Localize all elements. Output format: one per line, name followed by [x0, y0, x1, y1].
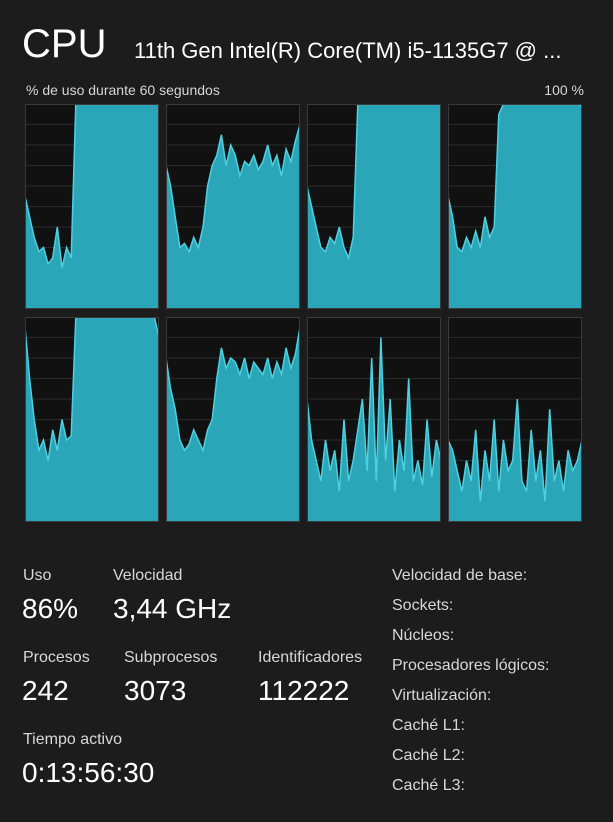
core-graph-7	[307, 317, 441, 522]
l2-cache-label: Caché L2:	[392, 747, 465, 764]
header: CPU 11th Gen Intel(R) Core(TM) i5-1135G7…	[22, 20, 602, 70]
cpu-model: 11th Gen Intel(R) Core(TM) i5-1135G7 @ .…	[134, 38, 562, 63]
logical-processors-label: Procesadores lógicos:	[392, 657, 550, 674]
core-graph-2	[166, 104, 300, 309]
identificadores-label: Identificadores	[258, 649, 363, 666]
core-graph-svg	[307, 317, 441, 522]
core-graph-8	[448, 317, 582, 522]
core-graph-svg	[307, 104, 441, 309]
core-graph-5	[25, 317, 159, 522]
core-graph-4	[448, 104, 582, 309]
core-graph-svg	[166, 104, 300, 309]
core-graph-3	[307, 104, 441, 309]
virtualization-label: Virtualización:	[392, 687, 492, 704]
core-graph-1	[25, 104, 159, 309]
velocidad-value: 3,44 GHz	[113, 593, 232, 624]
subprocesos-label: Subprocesos	[124, 649, 218, 666]
uso-label: Uso	[23, 567, 52, 584]
core-graph-svg	[25, 104, 159, 309]
base-speed-label: Velocidad de base:	[392, 567, 528, 584]
tiempo-activo-label: Tiempo activo	[23, 731, 122, 748]
core-graph-svg	[166, 317, 300, 522]
core-graph-svg	[448, 104, 582, 309]
stats-panel: Uso 86% Velocidad 3,44 GHz Procesos 242 …	[0, 560, 613, 822]
uso-value: 86%	[22, 593, 79, 624]
cpu-graph-grid	[25, 104, 583, 522]
procesos-value: 242	[22, 675, 69, 706]
procesos-label: Procesos	[23, 649, 90, 666]
graph-caption-right: 100 %	[544, 82, 584, 98]
usage-area	[166, 124, 300, 309]
core-graph-svg	[448, 317, 582, 522]
identificadores-value: 112222	[258, 675, 350, 706]
velocidad-label: Velocidad	[113, 567, 183, 584]
page-title: CPU	[22, 22, 107, 66]
subprocesos-value: 3073	[124, 675, 187, 706]
tiempo-activo-value: 0:13:56:30	[22, 757, 155, 788]
l3-cache-label: Caché L3:	[392, 777, 465, 794]
graph-caption: % de uso durante 60 segundos 100 %	[26, 82, 584, 98]
sockets-label: Sockets:	[392, 597, 454, 614]
l1-cache-label: Caché L1:	[392, 717, 465, 734]
usage-area	[166, 327, 300, 522]
cores-label: Núcleos:	[392, 627, 455, 644]
core-graph-6	[166, 317, 300, 522]
graph-caption-left: % de uso durante 60 segundos	[26, 82, 220, 98]
core-graph-svg	[25, 317, 159, 522]
